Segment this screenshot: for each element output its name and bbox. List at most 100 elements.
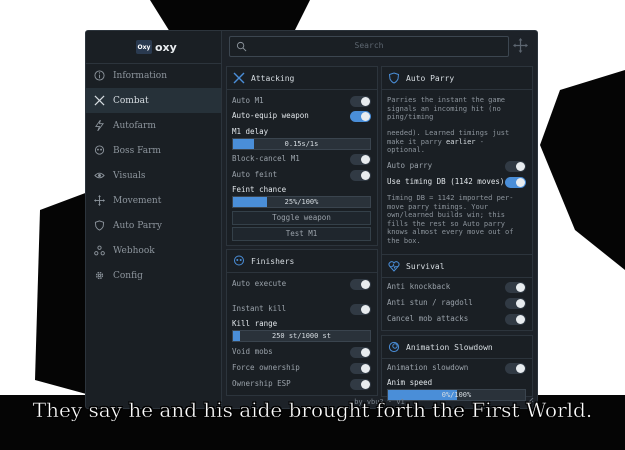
auto-execute-row: Auto execute: [232, 278, 371, 290]
panel-title: Attacking: [251, 73, 295, 83]
panel-header: Auto Parry: [388, 72, 454, 84]
row-label: Block-cancel M1: [232, 154, 300, 163]
sidebar-item-label: Combat: [113, 95, 149, 106]
slider-value: 250 st/1000 st: [271, 332, 331, 340]
info-icon: [94, 70, 105, 81]
animation-icon: [388, 341, 400, 353]
sidebar-item-label: Boss Farm: [113, 145, 161, 156]
auto-equip-row: Auto-equip weapon: [232, 110, 371, 122]
panel-header: Animation Slowdown: [388, 341, 493, 353]
block-cancel-row: Block-cancel M1: [232, 153, 371, 165]
parry-description: Parries the instant the game signals an …: [387, 96, 506, 121]
row-label: Cancel mob attacks: [387, 314, 469, 323]
kill-range-slider[interactable]: 250 st/1000 st: [232, 330, 371, 342]
ownership-esp-toggle[interactable]: [350, 379, 371, 390]
row-label: Use timing DB (1142 moves): [387, 177, 505, 186]
row-label: Void mobs: [232, 347, 273, 356]
force-ownership-toggle[interactable]: [350, 363, 371, 374]
animation-slowdown-panel: Animation Slowdown Animation slowdown An…: [381, 335, 533, 401]
void-mobs-toggle[interactable]: [350, 347, 371, 358]
anim-speed-label: Anim speed: [387, 378, 433, 387]
anim-slowdown-row: Animation slowdown: [387, 362, 526, 374]
slider-value: 0.15s/1s: [284, 140, 319, 148]
anti-knockback-toggle[interactable]: [505, 282, 526, 293]
anti-stun-row: Anti stun / ragdoll: [387, 297, 526, 309]
row-label: Anti stun / ragdoll: [387, 298, 473, 307]
parry-description-2: needed). Learned timings just make it pa…: [387, 129, 526, 155]
lightning-icon: [95, 120, 104, 131]
panel-title: Animation Slowdown: [406, 342, 493, 352]
webhook-icon: [94, 245, 105, 256]
auto-parry-row: Auto parry: [387, 160, 526, 172]
auto-feint-toggle[interactable]: [350, 170, 371, 181]
sidebar-item-information[interactable]: Information: [86, 63, 221, 88]
panel-title: Survival: [406, 261, 445, 271]
skull-icon: [234, 255, 244, 266]
auto-parry-toggle[interactable]: [505, 161, 526, 172]
search-input[interactable]: Search: [229, 36, 509, 57]
auto-equip-toggle[interactable]: [350, 111, 371, 122]
panel-header: Attacking: [233, 72, 294, 84]
anim-slowdown-toggle[interactable]: [505, 363, 526, 374]
sidebar-item-label: Movement: [113, 195, 162, 206]
m1-delay-slider[interactable]: 0.15s/1s: [232, 138, 371, 150]
row-label: Force ownership: [232, 363, 300, 372]
panel-title: Finishers: [251, 256, 295, 266]
attacking-panel: Attacking Auto M1 Auto-equip weapon M1 d…: [226, 66, 378, 246]
row-label: Anti knockback: [387, 282, 451, 291]
shield-icon: [94, 220, 105, 231]
toggle-weapon-button[interactable]: Toggle weapon: [232, 211, 371, 225]
feint-chance-label: Feint chance: [232, 185, 287, 194]
search-placeholder: Search: [354, 41, 384, 50]
use-timing-toggle[interactable]: [505, 177, 526, 188]
cancel-mob-toggle[interactable]: [505, 314, 526, 325]
sidebar-item-movement[interactable]: Movement: [86, 188, 221, 213]
block-cancel-toggle[interactable]: [350, 154, 371, 165]
auto-m1-row: Auto M1: [232, 95, 371, 107]
feint-chance-slider[interactable]: 25%/100%: [232, 196, 371, 208]
sidebar-item-label: Information: [113, 70, 168, 81]
auto-parry-panel: Auto Parry Parries the instant the game …: [381, 66, 533, 278]
move-icon: [94, 195, 105, 206]
desc-emphasis: earlier: [446, 137, 476, 146]
sidebar-item-autofarm[interactable]: Autofarm: [86, 113, 221, 138]
sidebar-item-label: Auto Parry: [113, 220, 162, 231]
instant-kill-row: Instant kill: [232, 303, 371, 315]
sidebar-item-label: Autofarm: [113, 120, 156, 131]
sidebar-item-boss-farm[interactable]: Boss Farm: [86, 138, 221, 163]
anti-stun-toggle[interactable]: [505, 298, 526, 309]
logo-mark-icon: Oxy: [136, 40, 152, 54]
auto-execute-toggle[interactable]: [350, 279, 371, 290]
sidebar-item-webhook[interactable]: Webhook: [86, 238, 221, 263]
row-label: Auto M1: [232, 96, 264, 105]
sidebar-item-label: Visuals: [113, 170, 146, 181]
auto-m1-toggle[interactable]: [350, 96, 371, 107]
skull-icon: [94, 145, 105, 155]
instant-kill-toggle[interactable]: [350, 304, 371, 315]
sidebar-item-config[interactable]: Config: [86, 263, 221, 288]
swords-icon: [94, 95, 105, 106]
void-mobs-row: Void mobs: [232, 346, 371, 358]
row-label: Auto-equip weapon: [232, 111, 309, 120]
sidebar: Oxy oxy Information Combat Autofarm Boss…: [86, 31, 222, 408]
sidebar-item-visuals[interactable]: Visuals: [86, 163, 221, 188]
app-name: oxy: [155, 40, 177, 54]
shield-icon: [388, 72, 400, 84]
drag-move-icon[interactable]: [513, 38, 528, 53]
auto-feint-row: Auto feint: [232, 169, 371, 181]
cheat-menu-window: Oxy oxy Information Combat Autofarm Boss…: [85, 30, 538, 409]
app-logo: Oxy oxy: [136, 39, 177, 55]
finishers-panel: Finishers Auto execute Instant kill Kill…: [226, 249, 378, 396]
row-label: Auto feint: [232, 170, 278, 179]
cancel-mob-row: Cancel mob attacks: [387, 313, 526, 325]
kill-range-label: Kill range: [232, 319, 278, 328]
test-m1-button[interactable]: Test M1: [232, 227, 371, 241]
swords-icon: [233, 72, 245, 84]
eye-icon: [94, 172, 105, 179]
sidebar-item-auto-parry[interactable]: Auto Parry: [86, 213, 221, 238]
sidebar-item-combat[interactable]: Combat: [86, 88, 221, 113]
row-label: Auto parry: [387, 161, 433, 170]
sidebar-item-label: Config: [113, 270, 143, 281]
row-label: Auto execute: [232, 279, 287, 288]
row-label: Animation slowdown: [387, 363, 469, 372]
